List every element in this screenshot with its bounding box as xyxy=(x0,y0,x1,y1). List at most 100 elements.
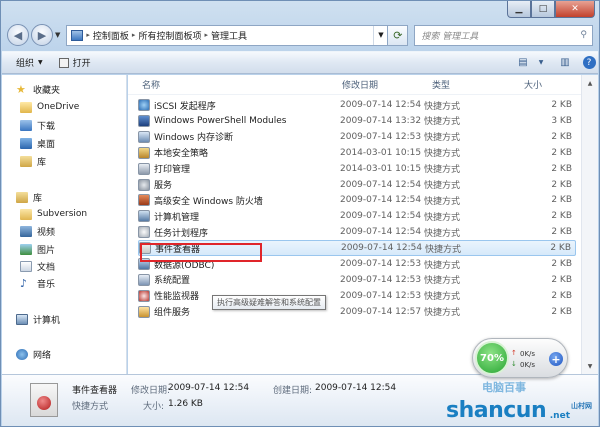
breadcrumb-separator[interactable]: ▸ xyxy=(86,31,90,39)
file-date: 2009-07-14 13:32 xyxy=(340,115,422,126)
sidebar-item-library-fav[interactable]: 库 xyxy=(20,153,46,169)
sidebar-item-label: 下载 xyxy=(37,121,56,132)
file-row[interactable]: 性能监视器 2009-07-14 12:53 快捷方式 2 KB xyxy=(138,288,576,304)
network-speed-widget[interactable]: 70% ↑ 0K/s ↓ 0K/s + xyxy=(472,338,568,378)
file-row[interactable]: Windows PowerShell Modules 2009-07-14 13:… xyxy=(138,113,576,129)
file-name-cell: 任务计划程序 xyxy=(138,226,332,239)
file-size: 2 KB xyxy=(551,227,572,238)
breadcrumb-separator[interactable]: ▸ xyxy=(132,31,136,39)
sidebar-item-desktop[interactable]: 桌面 xyxy=(20,135,55,151)
open-button[interactable]: 打开 xyxy=(58,56,91,69)
recent-pages-dropdown[interactable]: ▼ xyxy=(55,31,60,39)
file-row[interactable]: 计算机管理 2009-07-14 12:54 快捷方式 2 KB xyxy=(138,208,576,224)
sidebar-item-libraries[interactable]: 库 xyxy=(16,189,42,205)
help-icon[interactable]: ? xyxy=(580,55,598,71)
search-placeholder: 搜索 管理工具 xyxy=(421,31,479,42)
file-type: 快捷方式 xyxy=(424,260,461,271)
sidebar-item-label: 音乐 xyxy=(37,279,56,290)
document-icon xyxy=(20,260,32,272)
sidebar-item-favorites[interactable]: ★ 收藏夹 xyxy=(16,81,60,97)
address-dropdown[interactable]: ▼ xyxy=(373,25,387,45)
memory-diagnostic-icon xyxy=(138,130,150,143)
sidebar-item-documents[interactable]: 文档 xyxy=(20,258,55,274)
forward-button[interactable]: ▶ xyxy=(31,24,53,46)
close-button[interactable]: ✕ xyxy=(555,1,595,18)
file-row[interactable]: 服务 2009-07-14 12:54 快捷方式 2 KB xyxy=(138,177,576,193)
sidebar-item-computer[interactable]: 计算机 xyxy=(16,311,60,327)
upload-speed: 0K/s xyxy=(520,350,536,358)
sidebar-item-subversion[interactable]: Subversion xyxy=(20,206,87,222)
file-name: 高级安全 Windows 防火墙 xyxy=(154,196,263,207)
file-row[interactable]: 本地安全策略 2014-03-01 10:15 快捷方式 2 KB xyxy=(138,145,576,161)
watermark-net: .net xyxy=(549,411,570,421)
file-date: 2009-07-14 12:53 xyxy=(340,290,422,301)
file-size: 2 KB xyxy=(551,195,572,206)
sidebar-item-network[interactable]: 网络 xyxy=(16,346,51,362)
address-bar[interactable]: ▸ 控制面板 ▸ 所有控制面板项 ▸ 管理工具 ▼ xyxy=(66,24,389,46)
file-row[interactable]: 系统配置 2009-07-14 12:53 快捷方式 2 KB xyxy=(138,272,576,288)
file-name-cell: Windows PowerShell Modules xyxy=(138,114,332,127)
scroll-up-button[interactable]: ▲ xyxy=(582,75,598,91)
sidebar-item-videos[interactable]: 视频 xyxy=(20,223,55,239)
view-options-icon[interactable]: ▤ xyxy=(514,55,532,71)
vertical-scrollbar[interactable]: ▲ ▼ xyxy=(581,75,598,374)
file-date: 2009-07-14 12:54 xyxy=(340,179,422,190)
file-size: 2 KB xyxy=(551,274,572,285)
file-row[interactable]: 数据源(ODBC) 2009-07-14 12:53 快捷方式 2 KB xyxy=(138,256,576,272)
breadcrumb-control-panel[interactable]: 控制面板 xyxy=(93,29,129,42)
search-icon[interactable]: ⚲ xyxy=(580,30,587,40)
file-row[interactable]: 事件查看器 2009-07-14 12:54 快捷方式 2 KB xyxy=(138,240,576,257)
file-date: 2009-07-14 12:54 xyxy=(341,243,423,254)
details-modified-label: 修改日期: xyxy=(131,386,171,396)
back-button[interactable]: ◀ xyxy=(7,24,29,46)
navigation-bar: ◀ ▶ ▼ ▸ 控制面板 ▸ 所有控制面板项 ▸ 管理工具 ▼ ⟳ 搜索 管理工… xyxy=(7,23,593,47)
organize-menu[interactable]: 组织 ▼ xyxy=(16,56,43,69)
search-input[interactable]: 搜索 管理工具 ⚲ xyxy=(414,24,593,46)
file-row[interactable]: 任务计划程序 2009-07-14 12:54 快捷方式 2 KB xyxy=(138,224,576,240)
file-type: 快捷方式 xyxy=(424,196,461,207)
column-header-date[interactable]: 修改日期 xyxy=(328,78,418,91)
preview-pane-icon[interactable]: ▥ xyxy=(556,55,574,71)
open-label: 打开 xyxy=(72,59,91,69)
organize-label: 组织 xyxy=(16,59,35,69)
file-name: iSCSI 发起程序 xyxy=(154,101,216,112)
file-type: 快捷方式 xyxy=(424,212,461,223)
sidebar-item-label: 库 xyxy=(37,157,47,168)
file-size: 2 KB xyxy=(551,211,572,222)
view-dropdown-icon[interactable]: ▼ xyxy=(532,55,550,71)
breadcrumb-admin-tools[interactable]: 管理工具 xyxy=(211,29,247,42)
sidebar-item-label: Subversion xyxy=(37,209,88,219)
breadcrumb-separator[interactable]: ▸ xyxy=(204,31,208,39)
video-icon xyxy=(20,225,32,237)
file-row[interactable]: 组件服务 2009-07-14 12:57 快捷方式 2 KB xyxy=(138,304,576,320)
maximize-button[interactable]: □ xyxy=(531,1,555,18)
file-name: 系统配置 xyxy=(154,276,191,287)
column-header-type[interactable]: 类型 xyxy=(418,78,510,91)
file-name-cell: 服务 xyxy=(138,178,332,191)
file-date: 2009-07-14 12:54 xyxy=(340,195,422,206)
file-name: 计算机管理 xyxy=(154,212,200,223)
file-row[interactable]: 高级安全 Windows 防火墙 2009-07-14 12:54 快捷方式 2 KB xyxy=(138,192,576,208)
watermark-brand: shancun xyxy=(446,398,547,423)
file-type: 快捷方式 xyxy=(424,165,461,176)
column-header-name[interactable]: 名称 xyxy=(128,78,328,91)
sidebar-item-downloads[interactable]: 下载 xyxy=(20,117,55,133)
minimize-button[interactable]: ▁ xyxy=(507,1,531,18)
details-size-value: 1.26 KB xyxy=(168,399,203,409)
refresh-button[interactable]: ⟳ xyxy=(388,24,409,46)
column-header-size[interactable]: 大小 xyxy=(510,78,560,91)
firewall-icon xyxy=(138,194,150,207)
file-row[interactable]: 打印管理 2014-03-01 10:15 快捷方式 2 KB xyxy=(138,161,576,177)
file-name: 数据源(ODBC) xyxy=(154,260,215,271)
file-row[interactable]: Windows 内存诊断 2009-07-14 12:53 快捷方式 2 KB xyxy=(138,129,576,145)
sidebar-item-onedrive[interactable]: OneDrive xyxy=(20,99,79,115)
breadcrumb-all-items[interactable]: 所有控制面板项 xyxy=(138,29,201,42)
sidebar-item-pictures[interactable]: 图片 xyxy=(20,241,55,257)
scroll-down-button[interactable]: ▼ xyxy=(582,358,598,374)
widget-plus-icon[interactable]: + xyxy=(549,352,563,366)
event-viewer-icon xyxy=(139,242,151,255)
sidebar-item-music[interactable]: ♪ 音乐 xyxy=(20,275,55,291)
file-row[interactable]: iSCSI 发起程序 2009-07-14 12:54 快捷方式 2 KB xyxy=(138,97,576,113)
task-scheduler-icon xyxy=(138,226,150,239)
details-size-label: 大小: xyxy=(143,402,165,412)
